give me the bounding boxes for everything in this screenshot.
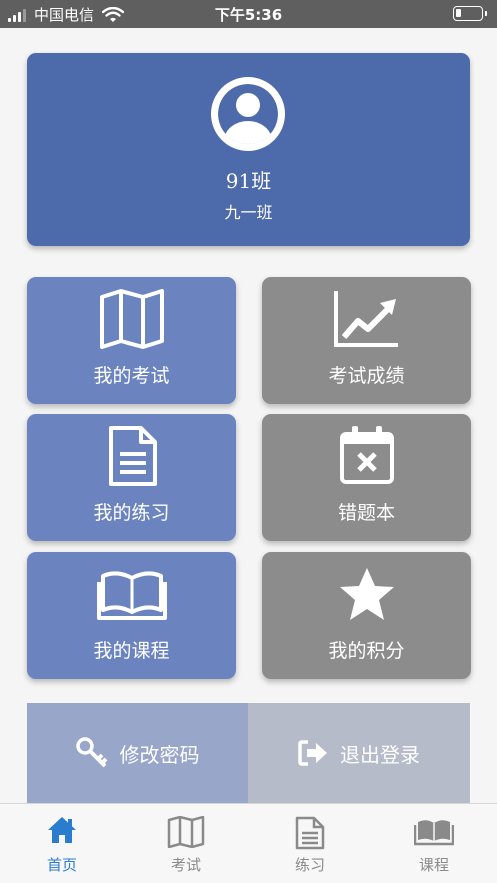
tab-label: 首页 (46, 856, 77, 874)
tab-exams[interactable]: 考试 (124, 804, 248, 883)
my-exams-tile[interactable]: 我的考试 (27, 277, 236, 404)
change-password-label: 修改密码 (119, 742, 200, 767)
document-icon (295, 816, 325, 850)
clock: 下午5:36 (214, 6, 283, 24)
tab-label: 考试 (170, 856, 201, 874)
change-password-button[interactable]: 修改密码 (27, 703, 248, 803)
my-courses-tile[interactable]: 我的课程 (27, 552, 236, 679)
tile-label: 我的积分 (328, 640, 405, 662)
tab-home[interactable]: 首页 (0, 804, 124, 883)
status-bar: 中国电信 下午5:36 (0, 0, 497, 28)
calendar-x-icon (340, 426, 394, 484)
key-icon (75, 737, 107, 768)
tile-label: 我的课程 (93, 640, 170, 662)
logout-icon (298, 740, 327, 766)
class-title: 91班 (225, 169, 272, 193)
map-icon (100, 289, 164, 349)
battery-icon (453, 6, 487, 21)
wrong-questions-tile[interactable]: 错题本 (262, 414, 471, 541)
my-points-tile[interactable]: 我的积分 (262, 552, 471, 679)
logout-button[interactable]: 退出登录 (248, 703, 470, 803)
tab-bar: 首页 考试 练习 课程 (0, 803, 497, 883)
tile-label: 错题本 (337, 502, 395, 524)
exam-scores-tile[interactable]: 考试成绩 (262, 277, 471, 404)
class-subtitle: 九一班 (224, 203, 273, 222)
home-icon (48, 817, 76, 843)
tab-practice[interactable]: 练习 (248, 804, 372, 883)
tab-label: 课程 (418, 856, 449, 874)
book-icon (414, 820, 454, 846)
tile-label: 我的考试 (93, 365, 170, 387)
tile-label: 考试成绩 (328, 365, 405, 387)
map-icon (167, 816, 205, 848)
star-icon (340, 568, 394, 620)
tab-label: 练习 (294, 856, 325, 874)
profile-card: 91班 九一班 (27, 53, 470, 246)
chart-line-icon (334, 291, 398, 347)
avatar-icon (211, 77, 285, 151)
document-icon (109, 426, 157, 486)
logout-label: 退出登录 (340, 742, 420, 767)
tile-label: 我的练习 (93, 502, 170, 524)
book-icon (97, 571, 167, 620)
tab-courses[interactable]: 课程 (372, 804, 496, 883)
account-actions: 修改密码 退出登录 (27, 703, 470, 803)
my-practice-tile[interactable]: 我的练习 (27, 414, 236, 541)
